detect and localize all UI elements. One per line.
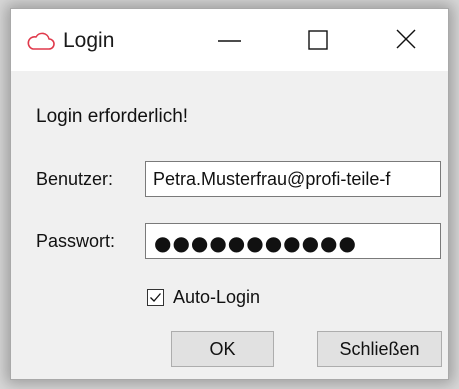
auto-login-checkbox[interactable] xyxy=(147,289,164,306)
ok-button[interactable]: OK xyxy=(171,331,274,367)
close-window-button[interactable] xyxy=(375,9,437,71)
title-bar: Login xyxy=(11,9,448,71)
window-title: Login xyxy=(63,29,115,52)
login-dialog: Login Login erforderlich! Benutzer: Petr… xyxy=(10,8,449,380)
cloud-icon xyxy=(27,31,55,51)
password-field[interactable]: ●●●●●●●●●●● xyxy=(145,223,441,259)
minimize-button[interactable] xyxy=(199,9,261,71)
maximize-icon xyxy=(308,30,328,50)
close-icon xyxy=(396,29,416,49)
close-button[interactable]: Schließen xyxy=(317,331,442,367)
auto-login-label: Auto-Login xyxy=(173,287,261,307)
user-label: Benutzer: xyxy=(36,169,114,189)
user-field[interactable]: Petra.Musterfrau@profi-teile-f xyxy=(145,161,441,197)
screen-background: Login Login erforderlich! Benutzer: Petr… xyxy=(0,0,459,389)
maximize-button[interactable] xyxy=(287,9,349,71)
password-masked-value: ●●●●●●●●●●● xyxy=(154,231,357,255)
login-required-message: Login erforderlich! xyxy=(36,106,189,127)
minimize-icon xyxy=(218,40,241,42)
user-field-value: Petra.Musterfrau@profi-teile-f xyxy=(153,169,391,189)
checkmark-icon xyxy=(150,293,161,302)
password-label: Passwort: xyxy=(36,231,116,251)
